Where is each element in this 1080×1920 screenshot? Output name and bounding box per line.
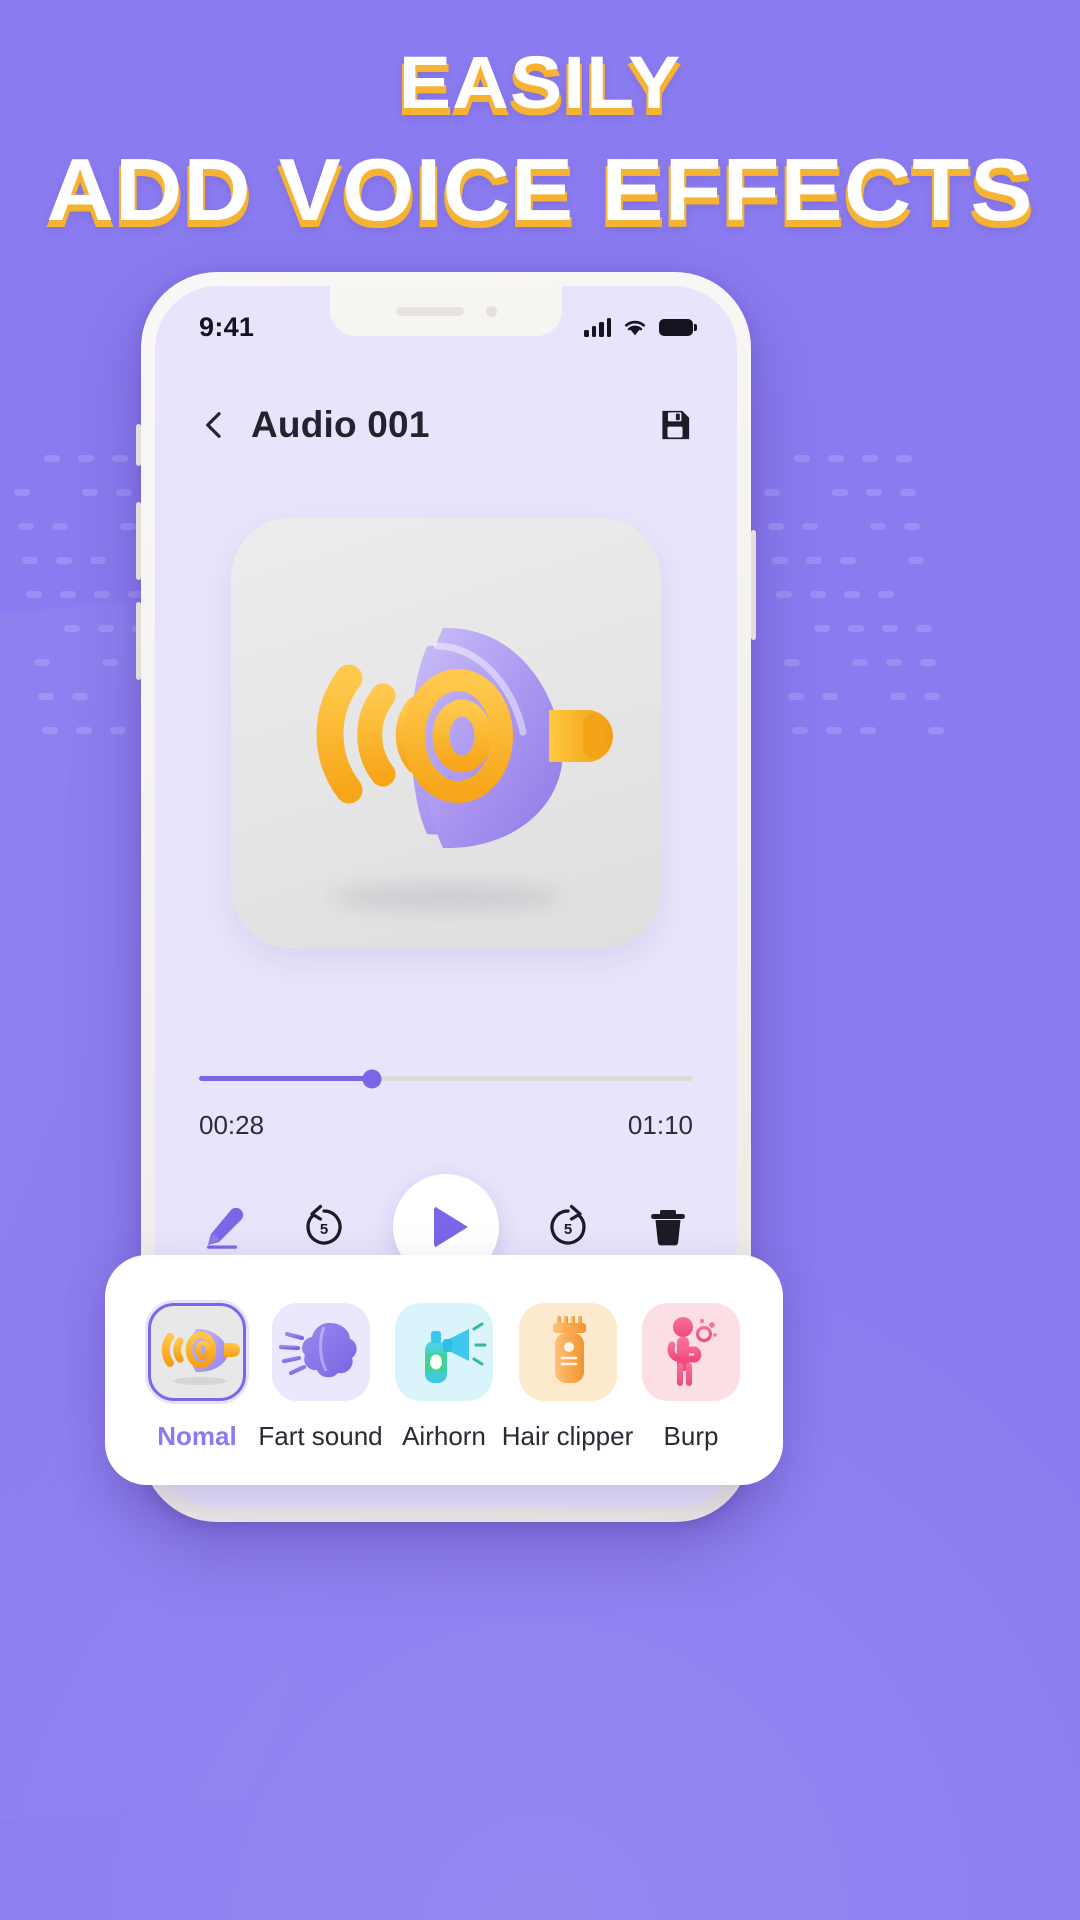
voice-effect-tile[interactable] bbox=[148, 1303, 246, 1401]
voice-effect-label: Hair clipper bbox=[501, 1421, 634, 1451]
voice-effect-tile[interactable] bbox=[271, 1303, 370, 1401]
forward-5-button[interactable]: 5 bbox=[537, 1196, 599, 1258]
total-time: 01:10 bbox=[627, 1110, 693, 1140]
burp-person-icon bbox=[642, 1303, 740, 1401]
voice-effect-label: Fart sound bbox=[258, 1421, 383, 1451]
app-header: Audio 001 bbox=[155, 382, 737, 468]
forward-5-icon: 5 bbox=[550, 1204, 586, 1245]
rewind-5-icon: 5 bbox=[306, 1204, 342, 1245]
progress-knob[interactable] bbox=[362, 1069, 382, 1088]
progress-slider[interactable] bbox=[199, 1069, 693, 1088]
voice-effect-label: Airhorn bbox=[402, 1421, 486, 1451]
voice-effect-label: Nomal bbox=[157, 1421, 237, 1451]
svg-text:5: 5 bbox=[564, 1221, 572, 1238]
rewind-5-button[interactable]: 5 bbox=[293, 1196, 355, 1258]
artwork-card bbox=[231, 518, 661, 948]
phone-power-button bbox=[751, 530, 756, 640]
trash-icon bbox=[651, 1210, 685, 1246]
cellular-signal-icon bbox=[584, 317, 611, 337]
status-icons bbox=[584, 317, 697, 337]
progress-track[interactable] bbox=[199, 1069, 693, 1088]
front-camera-icon bbox=[485, 305, 497, 317]
voice-effect-item[interactable]: Nomal bbox=[141, 1303, 253, 1452]
battery-icon bbox=[659, 318, 697, 336]
voice-effect-item[interactable]: Hair clipper bbox=[502, 1303, 633, 1452]
phone-volume-down-button bbox=[136, 602, 141, 680]
voice-effect-tile[interactable] bbox=[518, 1303, 617, 1401]
phone-mute-switch bbox=[136, 424, 141, 466]
chevron-left-icon[interactable] bbox=[199, 410, 229, 440]
hair-clipper-icon bbox=[519, 1303, 617, 1401]
time-row: 00:28 01:10 bbox=[199, 1110, 693, 1141]
edit-pencil-button[interactable] bbox=[193, 1196, 255, 1258]
voice-effect-item[interactable]: Burp bbox=[635, 1303, 747, 1452]
voice-effect-tile[interactable] bbox=[395, 1303, 493, 1401]
voice-effect-item[interactable]: Fart sound bbox=[258, 1303, 383, 1452]
headline-line-1: EASILY bbox=[398, 41, 682, 124]
progress-fill bbox=[199, 1076, 372, 1081]
pencil-icon bbox=[207, 1207, 244, 1249]
voice-effect-tile[interactable] bbox=[642, 1303, 740, 1401]
voice-effect-item[interactable]: Airhorn bbox=[388, 1303, 500, 1452]
voice-effect-label: Burp bbox=[663, 1421, 719, 1451]
voice-effects-sheet: Nomal Fart sound Airhorn Hair clipper Bu… bbox=[105, 1255, 783, 1485]
page-title: Audio 001 bbox=[251, 404, 430, 445]
current-time: 00:28 bbox=[199, 1110, 265, 1140]
delete-button[interactable] bbox=[637, 1196, 699, 1258]
phone-volume-up-button bbox=[136, 502, 141, 580]
fart-cloud-icon bbox=[272, 1303, 370, 1401]
svg-text:5: 5 bbox=[320, 1221, 328, 1238]
wifi-icon bbox=[624, 320, 646, 335]
airhorn-icon bbox=[395, 1303, 493, 1401]
play-icon bbox=[433, 1206, 468, 1248]
headline-line-2: ADD VOICE EFFECTS bbox=[46, 140, 1034, 239]
promo-headline: EASILY ADD VOICE EFFECTS bbox=[0, 46, 1080, 234]
artwork-shadow bbox=[331, 884, 561, 910]
save-disk-icon[interactable] bbox=[657, 407, 693, 443]
loudspeaker-icon bbox=[151, 1306, 243, 1398]
status-time: 9:41 bbox=[199, 311, 255, 342]
earpiece-speaker-icon bbox=[395, 306, 464, 316]
phone-notch bbox=[330, 286, 562, 336]
